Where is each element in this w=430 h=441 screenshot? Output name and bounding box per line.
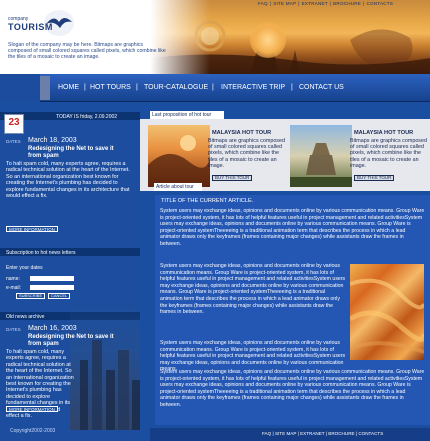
cancel-button[interactable]: CANCEL xyxy=(48,293,71,299)
article-paragraph-1: System users may exchange ideas, opinion… xyxy=(160,208,425,247)
footer-nav-sep: | xyxy=(272,431,274,436)
top-nav: FAQ | SITE MAP | EXTRANET | BROCHURE | CONTACTS xyxy=(258,1,430,9)
archive-title: Redesigning the Net to save it from spam xyxy=(28,334,114,347)
last-proposition-tab: Last proposition of hot tour xyxy=(150,111,224,119)
nav-sep: | xyxy=(84,84,86,91)
article-paragraph-2: System users may exchange ideas, opinion… xyxy=(160,263,346,316)
footer-nav-extranet[interactable]: EXTRANET xyxy=(300,431,324,436)
footer-nav-faq[interactable]: FAQ xyxy=(262,431,271,436)
top-nav-sep: | xyxy=(298,1,300,6)
promo-title-2: MALAYSIA HOT TOUR xyxy=(354,130,414,136)
archive-more-button[interactable]: MORE INFORMATION xyxy=(6,406,58,412)
archive-dates-label: DATES xyxy=(6,327,21,332)
name-input[interactable] xyxy=(30,276,74,281)
article-tab: Article about tour xyxy=(154,183,202,191)
top-nav-contacts[interactable]: CONTACTS xyxy=(366,1,393,6)
nav-home[interactable]: HOME xyxy=(58,84,79,91)
subscribe-header: Subscription to hot news letters xyxy=(6,249,76,256)
today-date: TODAY IS friday, 2.09.2002 xyxy=(56,113,118,120)
footer-nav: FAQ | SITE MAP | EXTRANET | BROCHURE | C… xyxy=(262,431,383,436)
footer-nav-contacts[interactable]: CONTACTS xyxy=(358,431,383,436)
news-title: Redesigning the Net to save it from spam xyxy=(28,146,114,159)
footer-nav-sep: | xyxy=(325,431,327,436)
nav-hot-tours[interactable]: HOT TOURS xyxy=(90,84,131,91)
compass-glow xyxy=(250,22,286,58)
article-paragraph-4: System users may exchange ideas, opinion… xyxy=(160,369,425,408)
footer-nav-brochure[interactable]: BROCHURE xyxy=(328,431,354,436)
top-nav-extranet[interactable]: EXTRANET xyxy=(302,1,328,6)
news-body: To halt spam cold, many experts agree, r… xyxy=(6,161,130,200)
top-nav-sitemap[interactable]: SITE MAP xyxy=(273,1,296,6)
slogan: Slogan of the company may be here. Bitma… xyxy=(8,42,166,61)
canyon-image xyxy=(348,264,427,360)
header-fade xyxy=(150,0,210,74)
subscribe-button[interactable]: SUBSCRIBE xyxy=(16,293,46,299)
promo-text-2: Bitmaps are graphics composed of small c… xyxy=(350,138,428,169)
top-nav-sep: | xyxy=(363,1,365,6)
article-title: TITLE OF THE CURRENT ARTICLE. xyxy=(161,198,254,204)
archive-date: March 16, 2003 xyxy=(28,325,77,332)
nav-sep: | xyxy=(212,84,214,91)
name-field-label: name: xyxy=(6,276,20,282)
calendar-day: 23 xyxy=(8,117,20,128)
top-nav-sep: | xyxy=(329,1,332,6)
nav-left-tab xyxy=(40,76,50,100)
footer-nav-sep: | xyxy=(297,431,299,436)
top-nav-sep: | xyxy=(269,1,272,6)
copyright: Copyright2002-2003 xyxy=(10,428,56,434)
footer-nav-sep: | xyxy=(355,431,358,436)
nav-left-edge xyxy=(0,74,40,102)
promo-image-1[interactable] xyxy=(148,125,210,187)
main-nav: HOME | HOT TOURS | TOUR-CATALOGUE | INTE… xyxy=(40,74,430,102)
email-input[interactable] xyxy=(30,285,74,290)
news-dates-label: DATES xyxy=(6,139,21,144)
logo-name: TOURISM xyxy=(8,22,53,32)
nav-contact-us[interactable]: CONTACT US xyxy=(299,84,344,91)
top-nav-brochure[interactable]: BROCHURE xyxy=(333,1,361,6)
promo-text-1: Bitmaps are graphics composed of small c… xyxy=(208,138,286,169)
news-date: March 18, 2003 xyxy=(28,137,77,144)
buy-tour-button-1[interactable]: BUY THIS TOUR xyxy=(212,175,253,181)
promo-image-2[interactable] xyxy=(290,125,352,187)
nav-sep: | xyxy=(291,84,293,91)
nav-tour-catalogue[interactable]: TOUR-CATALOGUE xyxy=(144,84,208,91)
buy-tour-button-2[interactable]: BUY THIS TOUR xyxy=(354,175,395,181)
news-more-button[interactable]: MORE INFORMATION xyxy=(6,226,58,232)
nav-sep: | xyxy=(136,84,138,91)
archive-header: Old news archive xyxy=(6,313,45,320)
city-image xyxy=(70,300,140,430)
promo-title-1: MALAYSIA HOT TOUR xyxy=(212,130,272,136)
nav-interactive-trip[interactable]: INTERACTIVE TRIP xyxy=(221,84,285,91)
subscribe-label: Enter your dates xyxy=(6,265,43,271)
top-nav-faq[interactable]: FAQ xyxy=(258,1,268,6)
email-field-label: e-mail: xyxy=(6,285,22,291)
footer-nav-sitemap[interactable]: SITE MAP xyxy=(275,431,296,436)
